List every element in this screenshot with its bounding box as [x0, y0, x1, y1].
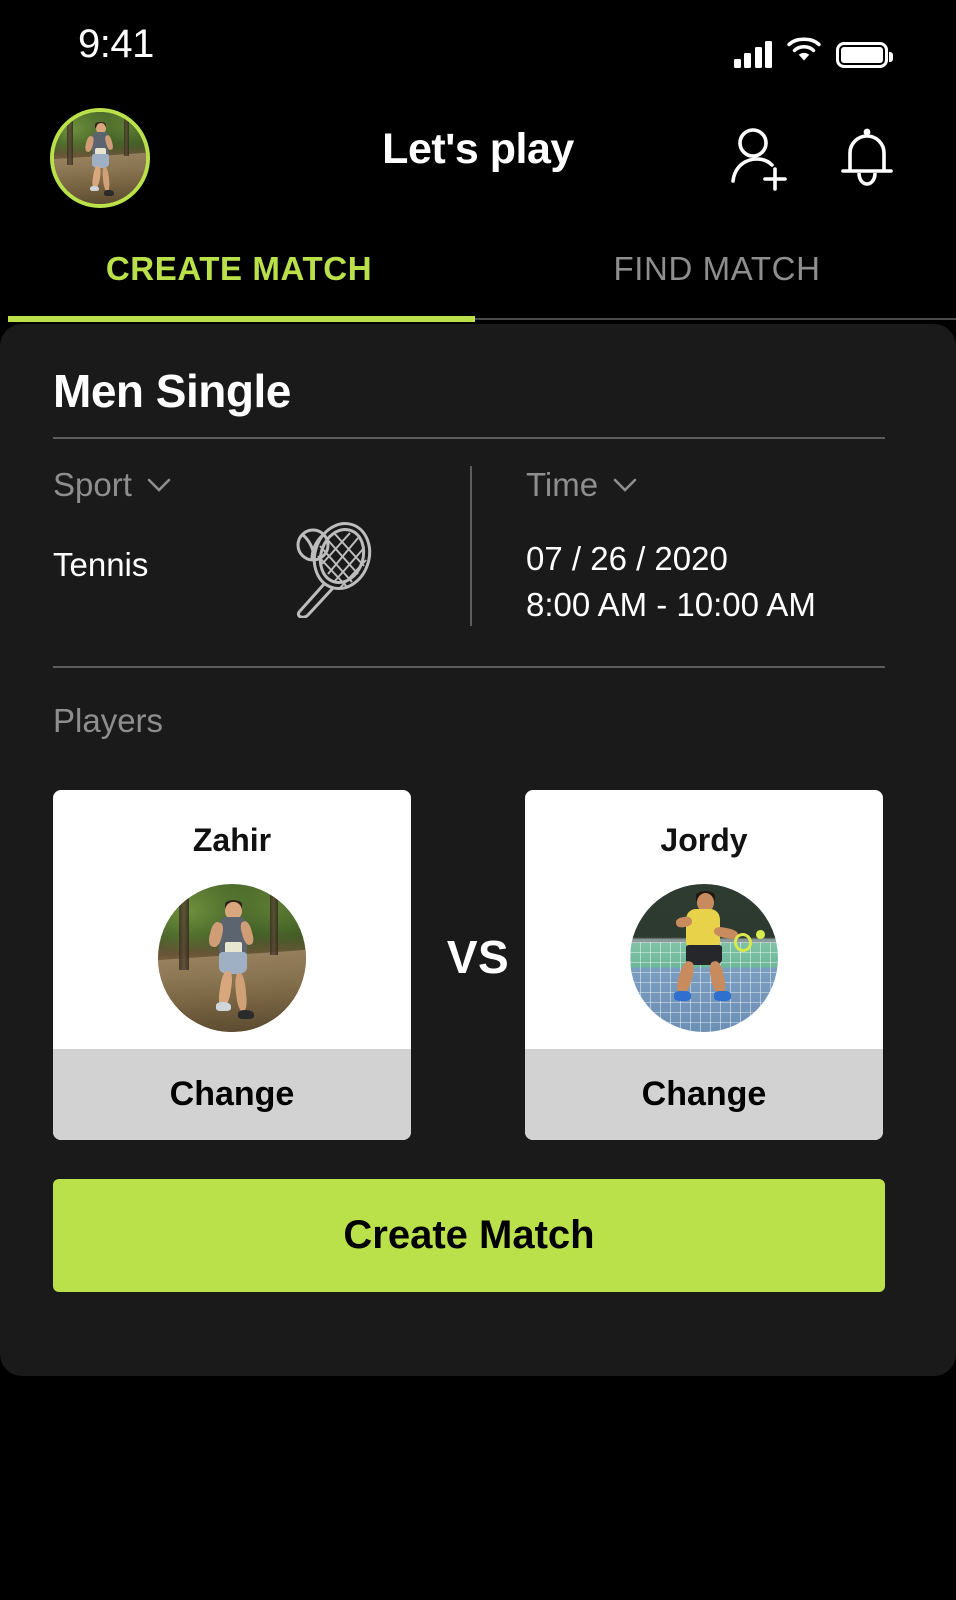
chevron-down-icon: [613, 478, 637, 492]
create-match-button[interactable]: Create Match: [53, 1179, 885, 1292]
sport-time-row: Sport Tennis Time 07 / 26 / 2020 8:00 AM…: [0, 466, 956, 656]
tennis-racket-icon: [296, 522, 372, 618]
create-match-panel: Men Single Sport Tennis Time 07 / 26 / 2…: [0, 324, 956, 1376]
status-bar: 9:41: [0, 0, 956, 95]
change-player-button[interactable]: Change: [525, 1049, 883, 1140]
players-label: Players: [53, 702, 164, 739]
divider-top: [53, 437, 885, 439]
status-bar-time: 9:41: [78, 22, 154, 66]
battery-icon: [836, 42, 893, 68]
sport-label: Sport: [53, 466, 132, 503]
header-actions: [725, 123, 901, 198]
time-label: Time: [526, 466, 599, 503]
phone-screen: 9:41 Let's play CREATE MATCH FIND MATCH …: [0, 0, 956, 1600]
tab-create-match[interactable]: CREATE MATCH: [0, 230, 478, 322]
sport-label-row[interactable]: Sport: [53, 466, 172, 504]
wifi-icon: [786, 35, 822, 68]
tab-find-match[interactable]: FIND MATCH: [478, 230, 956, 322]
cellular-signal-icon: [733, 40, 772, 68]
status-bar-icons: [733, 28, 893, 68]
add-person-icon[interactable]: [725, 123, 793, 198]
chevron-down-icon: [147, 478, 171, 492]
player-name: Jordy: [660, 822, 748, 858]
app-header: Let's play: [0, 95, 956, 230]
match-type-title: Men Single: [53, 365, 291, 417]
tab-bar: CREATE MATCH FIND MATCH: [0, 230, 956, 322]
player-name: Zahir: [192, 822, 272, 858]
match-time-range: 8:00 AM - 10:00 AM: [526, 586, 816, 623]
player-card[interactable]: Jordy Change: [525, 790, 883, 1140]
players-row: Zahir Change VS Jordy Change: [0, 790, 956, 1140]
vertical-divider: [470, 466, 472, 626]
change-player-button[interactable]: Change: [53, 1049, 411, 1140]
player-photo: [630, 884, 778, 1032]
sport-value: Tennis: [53, 546, 149, 583]
bell-icon[interactable]: [833, 123, 901, 198]
divider-bottom: [53, 666, 885, 668]
tab-bar-divider: [475, 318, 956, 320]
tab-active-indicator: [8, 316, 475, 322]
time-label-row[interactable]: Time: [526, 466, 638, 504]
match-date: 07 / 26 / 2020: [526, 540, 728, 577]
